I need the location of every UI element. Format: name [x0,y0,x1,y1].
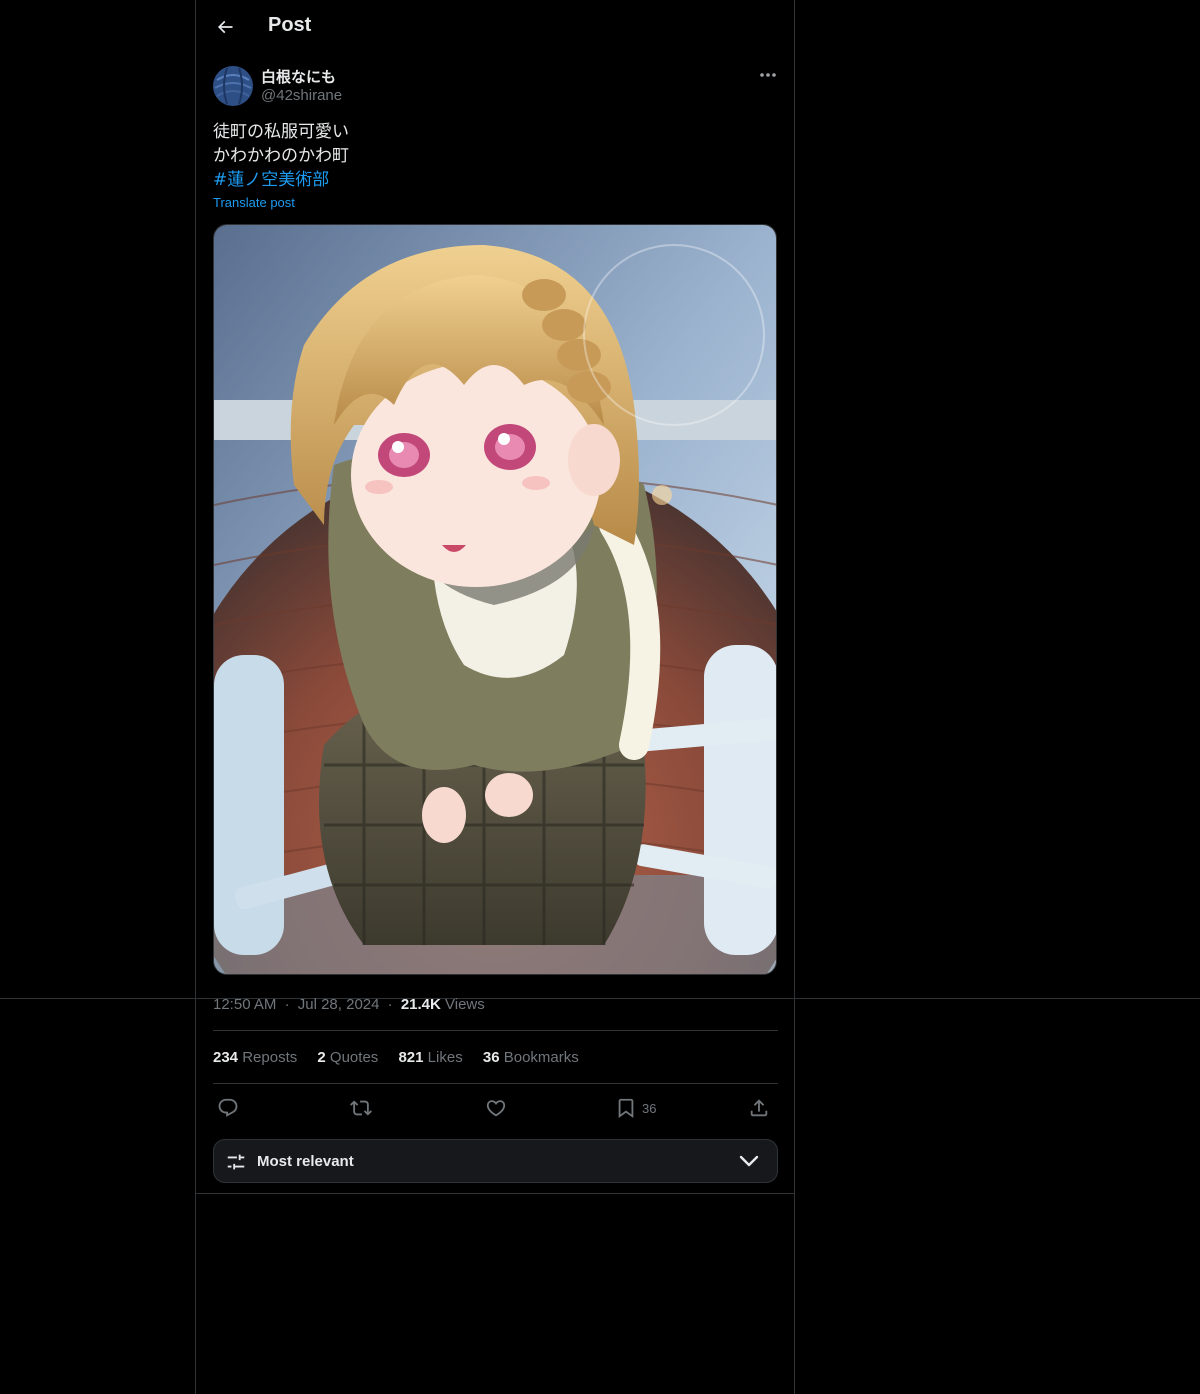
sliders-icon [227,1154,245,1170]
post-image[interactable] [213,224,777,975]
share-icon [750,1099,768,1117]
meta-separator: · [387,996,393,1013]
reposts-count: 234 [213,1049,239,1066]
bookmark-count: 36 [642,1100,657,1116]
divider [213,1030,778,1031]
quotes-count: 2 [317,1049,326,1066]
more-options-button[interactable] [754,64,782,86]
heart-icon [486,1100,506,1117]
post-column: Post 白根なにも @42shirane 徒町の私服可愛い かわかわのかわ町 … [195,0,795,1394]
quotes-stat[interactable]: 2 Quotes [317,1049,378,1066]
sort-label: Most relevant [257,1153,354,1170]
quotes-label: Quotes [329,1049,379,1066]
repost-button[interactable] [350,1094,372,1122]
meta-separator: · [284,996,290,1013]
more-dots-icon [760,73,776,77]
hashtag-link[interactable]: #蓮ノ空美術部 [213,168,349,192]
share-button[interactable] [748,1094,770,1122]
reply-icon [218,1098,238,1117]
tweet-line: 徒町の私服可愛い [213,122,349,142]
likes-stat[interactable]: 821 Likes [398,1049,462,1066]
like-button[interactable] [485,1094,507,1122]
post-time[interactable]: 12:50 AM [213,996,276,1013]
sort-replies-dropdown[interactable]: Most relevant [213,1139,778,1183]
action-bar: 36 [213,1094,778,1122]
chevron-down-icon [739,1155,759,1167]
avatar[interactable] [213,66,253,106]
post-date[interactable]: Jul 28, 2024 [298,996,380,1013]
anime-illustration [214,225,776,974]
translate-post-link[interactable]: Translate post [213,195,295,210]
tweet-line: かわかわのかわ町 [213,146,349,166]
arrow-left-icon [217,20,233,34]
author-display-name[interactable]: 白根なにも [261,66,336,87]
page-title: Post [268,14,312,36]
bookmarks-stat[interactable]: 36 Bookmarks [483,1049,579,1066]
reposts-stat[interactable]: 234 Reposts [213,1049,297,1066]
likes-label: Likes [427,1049,463,1066]
back-button[interactable] [208,10,242,44]
bookmark-button[interactable]: 36 [615,1094,656,1122]
views-label: Views [445,996,485,1013]
avatar-image [213,66,253,106]
divider [213,1083,778,1084]
section-divider [196,1193,794,1194]
reposts-label: Reposts [242,1049,298,1066]
post-header: Post [196,0,794,53]
reply-button[interactable] [217,1094,239,1122]
bookmarks-count: 36 [482,1049,500,1066]
author-handle[interactable]: @42shirane [261,87,342,104]
tweet-text: 徒町の私服可愛い かわかわのかわ町 #蓮ノ空美術部 [213,120,349,192]
bookmarks-label: Bookmarks [503,1049,579,1066]
views-count: 21.4K [400,996,441,1013]
likes-count: 821 [398,1049,424,1066]
engagement-stats: 234 Reposts 2 Quotes 821 Likes 36 Bookma… [213,1049,595,1066]
post-meta: 12:50 AM · Jul 28, 2024 · 21.4K Views [213,996,485,1013]
repost-icon [350,1100,372,1116]
bookmark-icon [618,1098,634,1119]
